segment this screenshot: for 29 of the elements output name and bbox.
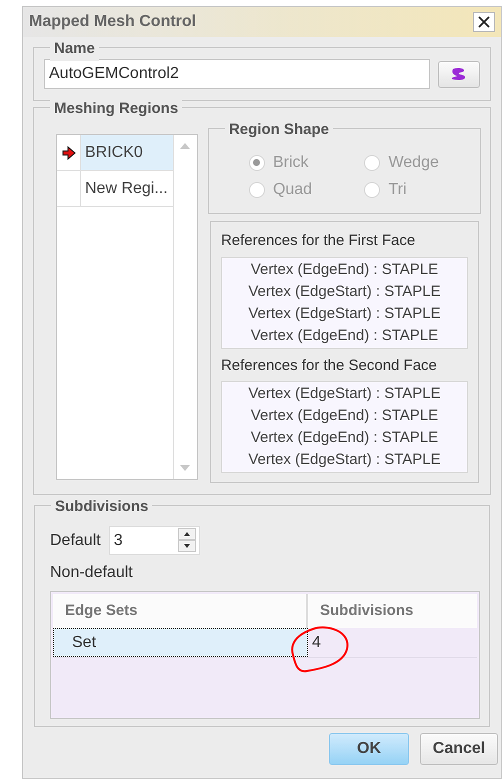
field-label: Non-default — [50, 563, 134, 583]
cancel-button[interactable]: Cancel — [420, 733, 498, 765]
close-button[interactable] — [473, 12, 495, 32]
field-label: Default — [50, 530, 101, 550]
table-cell[interactable]: Set — [53, 628, 308, 657]
radio-label: Quad — [272, 180, 312, 200]
default-spinner[interactable]: 3 — [108, 526, 200, 555]
reference-item[interactable]: Vertex (EdgeStart) : STAPLE — [248, 383, 441, 405]
ok-button[interactable]: OK — [329, 733, 409, 765]
radio-label: Tri — [388, 180, 407, 200]
window-title: Mapped Mesh Control — [29, 12, 196, 32]
reference-item[interactable]: Vertex (EdgeEnd) : STAPLE — [250, 324, 438, 346]
reference-item[interactable]: Vertex (EdgeEnd) : STAPLE — [250, 258, 438, 280]
table-cell[interactable]: 4 — [308, 628, 477, 657]
reference-item[interactable]: Vertex (EdgeStart) : STAPLE — [248, 449, 441, 471]
section-title: References for the Second Face — [220, 356, 438, 376]
spinner-arrows-icon[interactable] — [178, 528, 196, 553]
column-header[interactable]: Subdivisions — [308, 594, 477, 628]
reference-item[interactable]: Vertex (EdgeEnd) : STAPLE — [250, 427, 438, 449]
radio-label: Brick — [272, 152, 308, 172]
section-title: References for the First Face — [220, 231, 416, 251]
radio-label: Wedge — [388, 152, 439, 172]
region-item[interactable]: BRICK0 — [81, 135, 173, 170]
reference-item[interactable]: Vertex (EdgeStart) : STAPLE — [248, 280, 441, 302]
reference-item[interactable]: Vertex (EdgeStart) : STAPLE — [248, 302, 441, 324]
reference-item[interactable]: Vertex (EdgeEnd) : STAPLE — [250, 405, 438, 427]
close-icon[interactable] — [478, 16, 490, 28]
select-button[interactable] — [438, 60, 480, 88]
name-field[interactable]: AutoGEMControl2 — [44, 59, 430, 89]
